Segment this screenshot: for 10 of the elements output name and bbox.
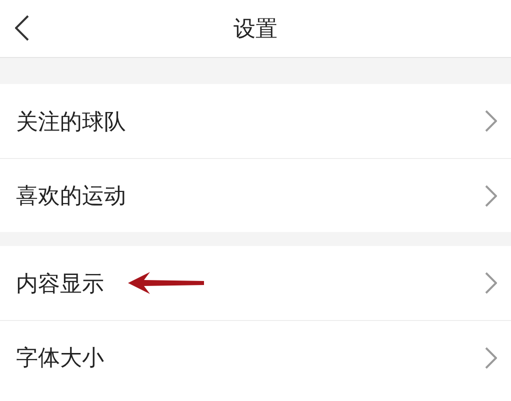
chevron-right-icon [485,184,497,206]
row-label: 喜欢的运动 [16,182,126,210]
chevron-right-icon [485,346,497,368]
row-label: 内容显示 [16,270,104,298]
chevron-right-icon [485,272,497,294]
chevron-right-icon [485,110,497,132]
row-label: 关注的球队 [16,108,126,136]
back-icon [15,15,29,41]
row-label: 字体大小 [16,344,104,372]
page-title: 设置 [234,15,278,43]
